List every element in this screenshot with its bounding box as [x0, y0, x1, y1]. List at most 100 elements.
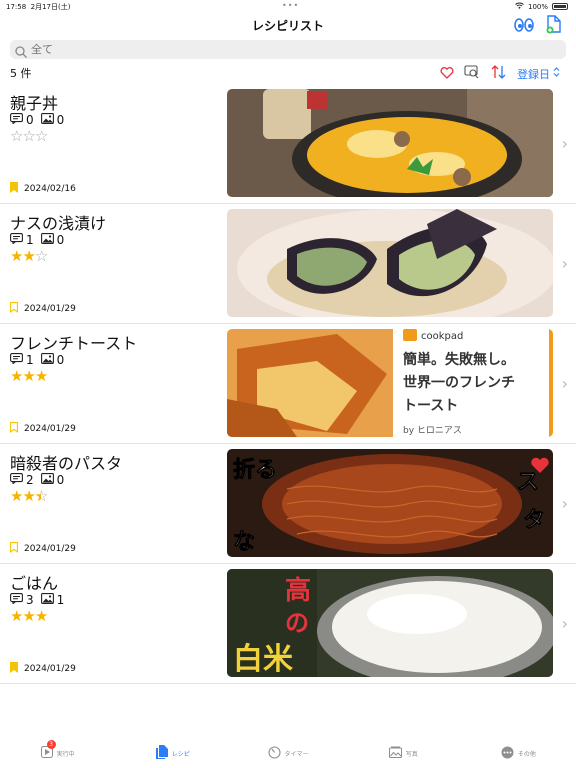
timer-icon: [267, 745, 281, 761]
sort-key-selector[interactable]: 登録日: [517, 66, 560, 82]
tab-label: タイマー: [284, 750, 309, 758]
comment-icon: [10, 233, 23, 247]
search-icon: [15, 43, 27, 62]
toast-byline: by ヒロニアス: [403, 425, 462, 436]
bookmark-icon[interactable]: [10, 422, 18, 436]
search-input[interactable]: [31, 41, 531, 58]
bookmark-icon[interactable]: [10, 662, 18, 676]
search-bar[interactable]: [10, 40, 566, 59]
new-document-icon[interactable]: [546, 15, 562, 38]
photo-icon: [40, 233, 54, 247]
oyakodon-photo: [227, 89, 553, 197]
wifi-icon: [515, 2, 524, 11]
recipe-name: フレンチトースト: [10, 334, 138, 353]
comment-icon: [10, 113, 23, 127]
pasta-left-text: 折る: [233, 458, 277, 483]
eyes-icon[interactable]: [514, 17, 534, 36]
recipe-date-row: 2024/02/16: [10, 182, 76, 196]
toast-caption-2: 世界一のフレンチ: [403, 374, 515, 391]
recipe-thumbnail[interactable]: 折る な ス タ: [227, 449, 553, 557]
comment-count: 1: [26, 353, 34, 367]
rating-stars: ★★★: [10, 367, 48, 385]
navigation-bar: レシピリスト: [0, 12, 576, 38]
tab-running[interactable]: 3 実行中: [0, 738, 115, 768]
eggplant-pickles-photo: [227, 209, 553, 317]
rice-text-3: 白米: [233, 642, 293, 677]
star-filled-icon: ★: [34, 607, 48, 625]
registered-date: 2024/01/29: [24, 544, 76, 554]
tab-timer[interactable]: タイマー: [230, 738, 345, 768]
tab-bar: 3 実行中 レシピ タイマー 写真 その他: [0, 738, 576, 768]
chevron-right-icon: ›: [561, 374, 568, 393]
toast-caption-3: トースト: [403, 398, 458, 414]
tab-more[interactable]: その他: [461, 738, 576, 768]
status-bar: 17:58 2月17日(土) ••• 100%: [0, 0, 576, 12]
recipe-date-row: 2024/01/29: [10, 302, 76, 316]
result-count: 5 件: [10, 67, 32, 80]
bookmark-icon[interactable]: [10, 542, 18, 556]
photos-icon: [388, 746, 402, 760]
favorite-filter-icon[interactable]: [440, 64, 454, 83]
toast-caption-1: 簡単。失敗無し。: [403, 351, 515, 368]
tab-label: 写真: [405, 750, 418, 758]
recipe-name: ナスの浅漬け: [10, 214, 107, 233]
recipe-date-row: 2024/01/29: [10, 662, 76, 676]
recipe-row[interactable]: ナスの浅漬け 1 0 ★★☆ 2024/01/29 ›: [0, 204, 576, 324]
star-filled-icon: ★: [22, 247, 35, 265]
photo-count: 0: [56, 473, 65, 487]
comment-filter-icon[interactable]: [464, 64, 481, 83]
recipe-row[interactable]: 親子丼 0 0 ☆☆☆ 2024/02/16 ›: [0, 84, 576, 204]
recipe-row[interactable]: ごはん 3 1 ★★★ 2024/01/29 高 の 白米 ›: [0, 564, 576, 684]
running-badge: 3: [46, 740, 56, 749]
status-time: 17:58 2月17日(土): [6, 3, 71, 11]
tab-photos[interactable]: 写真: [346, 738, 461, 768]
recipe-meta: 3 1: [10, 593, 64, 607]
star-filled-icon: ★: [10, 247, 23, 265]
tab-label: 実行中: [56, 750, 75, 758]
recipe-thumbnail[interactable]: cookpad 簡単。失敗無し。 世界一のフレンチ トースト by ヒロニアス: [227, 329, 553, 437]
bookmark-icon[interactable]: [10, 182, 18, 196]
star-filled-icon: ★: [22, 367, 35, 385]
toast-brand-text: cookpad: [421, 331, 463, 342]
sort-key-label: 登録日: [517, 67, 550, 81]
comment-icon: [10, 353, 23, 367]
rice-text-2: の: [285, 609, 309, 637]
recipe-thumbnail[interactable]: 高 の 白米: [227, 569, 553, 677]
play-icon: 3: [40, 740, 56, 760]
star-empty-icon: ☆: [22, 127, 35, 145]
french-toast-photo: cookpad 簡単。失敗無し。 世界一のフレンチ トースト by ヒロニアス: [227, 329, 553, 437]
star-filled-icon: ★: [22, 607, 35, 625]
recipe-row[interactable]: フレンチトースト 1 0 ★★★ 2024/01/29 cookpad 簡単。失…: [0, 324, 576, 444]
chevron-right-icon: ›: [561, 254, 568, 273]
recipe-row[interactable]: 暗殺者のパスタ 2 0 ★★☆★ 2024/01/29 折る な ス タ ›: [0, 444, 576, 564]
tab-label: その他: [517, 750, 536, 758]
recipe-meta: 2 0: [10, 473, 64, 487]
recipe-name: 親子丼: [10, 94, 59, 113]
recipe-thumbnail[interactable]: [227, 89, 553, 197]
comment-count: 2: [26, 473, 34, 487]
star-filled-icon: ★: [10, 607, 23, 625]
multitask-dots-icon[interactable]: •••: [282, 1, 299, 10]
comment-count: 3: [26, 593, 34, 607]
pasta-right-text-2: タ: [523, 508, 545, 533]
chevron-updown-icon: [553, 67, 560, 80]
photo-icon: [40, 593, 54, 607]
star-half-icon: ☆★: [34, 487, 48, 505]
star-filled-icon: ★: [22, 487, 35, 505]
registered-date: 2024/01/29: [24, 304, 76, 314]
tab-recipes[interactable]: レシピ: [115, 738, 230, 768]
recipe-thumbnail[interactable]: [227, 209, 553, 317]
pasta-left-text-2: な: [233, 530, 255, 555]
sort-order-icon[interactable]: [491, 64, 507, 83]
rating-stars: ☆☆☆: [10, 127, 48, 145]
bookmark-icon[interactable]: [10, 302, 18, 316]
rice-photo: 高 の 白米: [227, 569, 553, 677]
page-title: レシピリスト: [251, 19, 324, 33]
recipe-date-row: 2024/01/29: [10, 422, 76, 436]
chevron-right-icon: ›: [561, 134, 568, 153]
registered-date: 2024/02/16: [24, 184, 76, 194]
photo-icon: [40, 113, 54, 127]
photo-icon: [40, 473, 54, 487]
recipe-meta: 1 0: [10, 353, 64, 367]
star-filled-icon: ★: [10, 487, 23, 505]
